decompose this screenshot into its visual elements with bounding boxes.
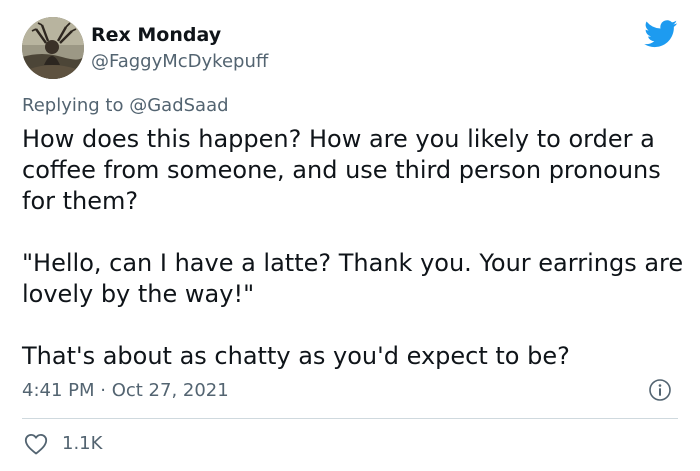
info-icon[interactable] xyxy=(648,378,672,402)
heart-icon xyxy=(24,434,48,455)
reply-handle-link[interactable]: @GadSaad xyxy=(129,95,228,116)
replying-to: Replying to @GadSaad xyxy=(22,93,229,119)
like-button[interactable]: 1.1K xyxy=(24,430,102,458)
tweet-paragraph: "Hello, can I have a latte? Thank you. Y… xyxy=(22,249,684,308)
user-handle[interactable]: @FaggyMcDykepuff xyxy=(91,50,268,74)
display-name[interactable]: Rex Monday xyxy=(91,22,221,48)
tweet-timestamp[interactable]: 4:41 PM · Oct 27, 2021 xyxy=(22,378,229,404)
tweet-paragraph: That's about as chatty as you'd expect t… xyxy=(22,342,570,370)
tweet-text: How does this happen? How are you likely… xyxy=(22,124,684,372)
replying-to-label: Replying to xyxy=(22,95,124,116)
avatar[interactable] xyxy=(22,17,84,79)
like-count: 1.1K xyxy=(62,433,103,454)
tweet-paragraph: How does this happen? How are you likely… xyxy=(22,125,661,215)
avatar-image xyxy=(22,17,84,79)
tweet-card: Rex Monday @FaggyMcDykepuff Replying to … xyxy=(0,0,700,471)
divider xyxy=(22,418,678,419)
twitter-bird-icon[interactable] xyxy=(644,20,678,48)
